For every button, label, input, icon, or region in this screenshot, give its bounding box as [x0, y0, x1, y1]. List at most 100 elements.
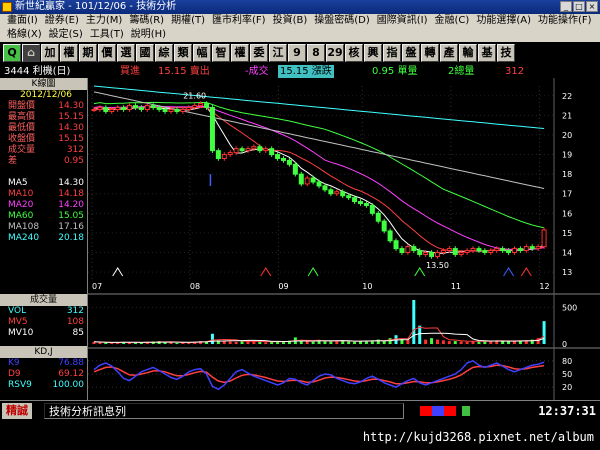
menu-item[interactable]: 工具(T) [83, 28, 124, 42]
value-label: MA240 [8, 233, 40, 243]
toolbar-button[interactable]: 29 [326, 43, 344, 62]
candle-body [304, 177, 310, 185]
menu-item[interactable]: 說明(H) [124, 28, 166, 42]
value-label: K9 [8, 358, 20, 368]
toolbar-button[interactable]: 智 [212, 43, 230, 62]
menu-item[interactable]: 操盤密碼(D) [307, 14, 370, 28]
value-label: MV10 [8, 328, 34, 338]
toolbar-button[interactable]: 指 [383, 43, 401, 62]
minimize-button[interactable]: _ [560, 1, 572, 12]
toolbar-button[interactable]: 轉 [421, 43, 439, 62]
search-icon[interactable]: Q [3, 43, 21, 62]
menu-item[interactable]: 匯市利率(F) [205, 14, 266, 28]
toolbar-button[interactable]: 委 [250, 43, 268, 62]
menu-item[interactable]: 期權(T) [164, 14, 205, 28]
volume-bar [512, 341, 516, 344]
value-row: VOL 312 [0, 306, 87, 317]
candle-body [180, 109, 186, 112]
candle-body [215, 150, 221, 159]
volume-bar [406, 339, 410, 344]
candle-body [144, 105, 150, 111]
toolbar-button[interactable]: 興 [364, 43, 382, 62]
value-row: 最低價 14.30 [0, 123, 87, 134]
candle-body [411, 246, 417, 252]
toolbar-button[interactable]: 8 [307, 43, 325, 62]
menu-item[interactable]: 設定(S) [42, 28, 83, 42]
toolbar-button[interactable]: 輪 [459, 43, 477, 62]
toolbar-button[interactable]: 加 [41, 43, 59, 62]
change-value: 0.95 單量 [372, 66, 418, 77]
value-label: 最低價 [8, 123, 36, 133]
value-row: 收盤價 15.15 [0, 134, 87, 145]
volume-bar [139, 342, 143, 344]
toolbar-button[interactable]: 技 [497, 43, 515, 62]
candle-body [138, 107, 144, 111]
candle-body [434, 251, 440, 257]
value-number: 14.30 [58, 178, 84, 188]
toolbar-button[interactable]: 權 [231, 43, 249, 62]
candle-body [482, 250, 488, 253]
toolbar-button[interactable]: 幅 [193, 43, 211, 62]
toolbar-button[interactable]: 江 [269, 43, 287, 62]
menu-item[interactable]: 功能選擇(A) [469, 14, 531, 28]
toolbar-button[interactable]: 期 [79, 43, 97, 62]
candle-body [357, 201, 363, 205]
value-row: MA20 14.20 [0, 200, 87, 211]
value-label: 開盤價 [8, 101, 36, 111]
lots-value: 2總量 [448, 66, 475, 77]
candle-body [458, 251, 464, 255]
candle-body [310, 177, 316, 183]
menu-item[interactable]: 籌碼(R) [122, 14, 164, 28]
volume-bar [430, 338, 434, 344]
y-tick-label: 16 [562, 209, 572, 218]
window-title: 新世紀贏家 - 101/12/06 - 技術分析 [15, 1, 177, 12]
value-number: 312 [66, 145, 84, 155]
menu-item[interactable]: 金融(C) [428, 14, 470, 28]
toolbar-button[interactable]: 產 [440, 43, 458, 62]
toolbar-button[interactable]: 選 [117, 43, 135, 62]
ma-rows: MA5 14.30 MA10 14.18 MA20 14.20 MA60 15.05 MA108… [0, 178, 87, 244]
toolbar-button[interactable]: 權 [60, 43, 78, 62]
candle-body [346, 195, 352, 199]
candle-body [192, 105, 198, 109]
candle-body [239, 148, 245, 152]
menu-item[interactable]: 功能操作(F) [531, 14, 592, 28]
y-tick-label: 80 [562, 357, 572, 366]
candle-body [168, 109, 174, 112]
value-label: MA10 [8, 189, 34, 199]
value-row: 最高價 15.15 [0, 112, 87, 123]
volume-bar [382, 341, 386, 344]
x-tick-label: 10 [362, 282, 372, 291]
candle-body [440, 250, 446, 253]
value-number: 69.12 [58, 369, 84, 379]
menu-item[interactable]: 證券(E) [38, 14, 79, 28]
y-tick-label: 15 [562, 229, 572, 238]
menu-item[interactable]: 主力(M) [79, 14, 122, 28]
candle-body [103, 107, 109, 112]
y-tick-label: 0 [562, 340, 567, 349]
toolbar-button[interactable]: 基 [478, 43, 496, 62]
menu-item[interactable]: 格線(X) [0, 28, 42, 42]
chart-area[interactable]: 22 21 20 19 18 17 16 15 14 13 07 08 09 10 11 12 21.60 13.… [88, 78, 600, 400]
toolbar-button[interactable]: 9 [288, 43, 306, 62]
menu-item[interactable]: 投資(B) [266, 14, 308, 28]
menu-item[interactable]: 畫面(I) [0, 14, 38, 28]
toolbar-button[interactable]: 盤 [402, 43, 420, 62]
close-button[interactable]: × [586, 1, 598, 12]
candle-body [109, 109, 115, 112]
value-row: K9 76.88 [0, 358, 87, 369]
toolbar-button[interactable]: 核 [345, 43, 363, 62]
trade-value: 15.15 漲跌 [278, 65, 334, 78]
menu-item[interactable]: 國際資訊(I) [370, 14, 428, 28]
candle-body [286, 159, 292, 165]
home-icon[interactable]: ⌂ [22, 43, 40, 62]
red-swatch [420, 406, 432, 416]
maximize-button[interactable]: □ [573, 1, 585, 12]
toolbar-button[interactable]: 價 [98, 43, 116, 62]
toolbar-button[interactable]: 綜 [155, 43, 173, 62]
toolbar-button[interactable]: 國 [136, 43, 154, 62]
toolbar-button[interactable]: 類 [174, 43, 192, 62]
volume-bar [483, 341, 487, 344]
title-bar[interactable]: 新世紀贏家 - 101/12/06 - 技術分析 _ □ × [0, 0, 600, 14]
y-tick-label: 20 [562, 131, 572, 140]
